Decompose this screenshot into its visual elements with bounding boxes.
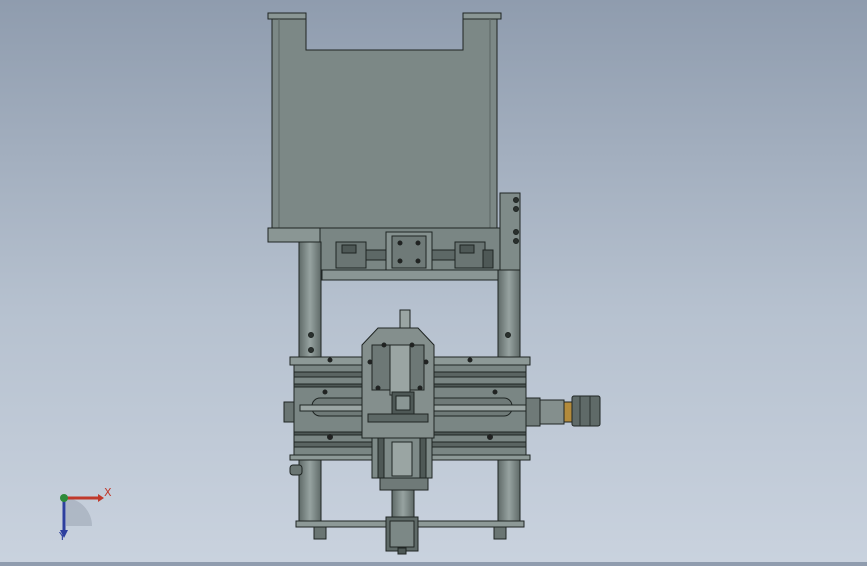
hopper: [267, 12, 502, 243]
coordinate-triad: [60, 494, 104, 538]
assembly-drawing[interactable]: [0, 0, 867, 562]
vertical-slide: [371, 437, 433, 519]
side-motor: [525, 395, 601, 427]
carriage: [361, 309, 435, 439]
cad-viewport[interactable]: [0, 0, 867, 562]
y-axis-label: Y: [59, 530, 66, 543]
hopper-mount: [319, 227, 501, 281]
z-axis-dot: [60, 494, 68, 502]
x-axis-label: X: [104, 486, 112, 499]
lower-motor: [385, 516, 419, 555]
